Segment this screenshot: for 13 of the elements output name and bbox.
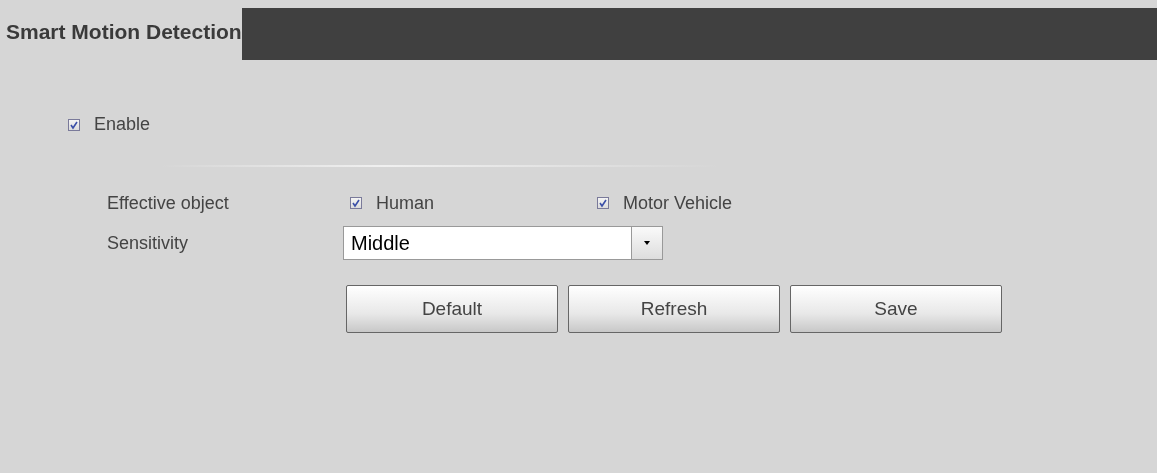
object-checkbox[interactable] bbox=[350, 197, 362, 209]
action-button[interactable]: Default bbox=[346, 285, 558, 333]
enable-checkbox[interactable] bbox=[68, 118, 80, 131]
object-checkbox[interactable] bbox=[597, 197, 609, 209]
action-button[interactable]: Save bbox=[790, 285, 1002, 333]
object-label: Motor Vehicle bbox=[623, 192, 733, 214]
action-button[interactable]: Refresh bbox=[568, 285, 780, 333]
effective-object-label: Effective object bbox=[107, 192, 230, 214]
object-label: Human bbox=[376, 192, 435, 214]
sensitivity-label: Sensitivity bbox=[107, 232, 190, 254]
enable-label: Enable bbox=[94, 114, 151, 135]
page-title: Smart Motion Detection bbox=[5, 19, 242, 45]
sensitivity-dropdown[interactable]: Middle bbox=[343, 226, 663, 260]
